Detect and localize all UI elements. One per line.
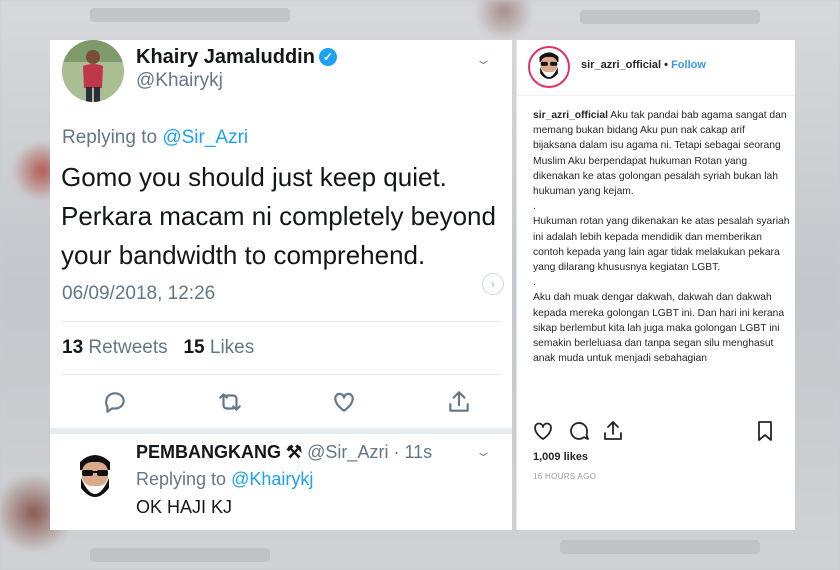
- retweets-count[interactable]: 13: [62, 337, 83, 358]
- tweet-text-line: Perkara macam ni completely beyond: [61, 201, 496, 231]
- verified-badge-icon: ✓: [318, 48, 337, 66]
- share-icon[interactable]: [446, 389, 472, 420]
- retweet-icon[interactable]: [217, 389, 243, 420]
- divider: [62, 321, 502, 322]
- caption-separator: .: [533, 277, 536, 289]
- caption-separator: .: [533, 201, 536, 213]
- caption-username[interactable]: sir_azri_official: [533, 110, 608, 121]
- post-header: sir_azri_official • Follow: [517, 40, 795, 96]
- bearded-avatar-icon: [539, 52, 559, 80]
- likes-count[interactable]: 15: [183, 337, 204, 358]
- comment-icon[interactable]: [567, 419, 591, 443]
- author-name-text: Khairy Jamaluddin: [136, 46, 315, 68]
- post-time: 16 HOURS AGO: [533, 472, 597, 481]
- background-blur-strip: [90, 8, 290, 22]
- replying-prefix: Replying to: [136, 469, 232, 489]
- tweet-date: 06/09/2018, 12:26: [62, 283, 216, 304]
- tweet-text-line: your bandwidth to comprehend.: [61, 240, 426, 270]
- background-blur-strip: [580, 10, 760, 24]
- reply-separator: [50, 428, 512, 434]
- avatar[interactable]: [528, 46, 570, 88]
- post-actions: [531, 419, 781, 445]
- divider: [62, 374, 502, 375]
- username-text[interactable]: sir_azri_official: [581, 59, 661, 71]
- share-icon[interactable]: [601, 419, 625, 443]
- bookmark-icon[interactable]: [753, 419, 777, 443]
- replying-to-link[interactable]: @Khairykj: [231, 469, 313, 489]
- caption-paragraph: Hukuman rotan yang dikenakan ke atas pes…: [533, 216, 790, 274]
- follow-button[interactable]: Follow: [671, 59, 706, 71]
- avatar-photo: [62, 40, 124, 102]
- bearded-avatar-icon: [80, 455, 110, 497]
- chevron-right-icon[interactable]: ›: [482, 273, 504, 295]
- likes-count[interactable]: 1,009 likes: [533, 451, 588, 463]
- post-caption: sir_azri_official Aku tak pandai bab aga…: [533, 108, 791, 410]
- retweets-label[interactable]: Retweets: [88, 337, 167, 358]
- caption-paragraph: Aku dah muak dengar dakwah, dakwah dan d…: [533, 292, 785, 365]
- like-icon[interactable]: [331, 389, 357, 420]
- tweet-stats: 13 Retweets 15 Likes: [62, 337, 254, 359]
- replying-to-link[interactable]: @Sir_Azri: [162, 127, 248, 148]
- likes-label[interactable]: Likes: [210, 337, 254, 358]
- caption-paragraph: Aku tak pandai bab agama sangat dan mema…: [533, 110, 787, 198]
- reply-author[interactable]: PEMBANGKANG ⚒ @Sir_Azri · 11s: [136, 442, 432, 463]
- reply-replying-to: Replying to @Khairykj: [136, 469, 313, 490]
- replying-to: Replying to @Sir_Azri: [62, 127, 248, 149]
- author-handle[interactable]: @Khairykj: [136, 70, 223, 92]
- tweet-actions: [102, 389, 472, 420]
- avatar[interactable]: [70, 448, 120, 508]
- chevron-down-icon[interactable]: ⌄: [475, 444, 492, 460]
- background-blur-strip: [560, 540, 760, 554]
- chevron-down-icon[interactable]: ⌄: [475, 52, 492, 68]
- replying-prefix: Replying to: [62, 127, 163, 148]
- username: sir_azri_official • Follow: [581, 59, 706, 71]
- heart-icon[interactable]: [531, 419, 555, 443]
- instagram-post: sir_azri_official • Follow sir_azri_offi…: [516, 40, 795, 530]
- reply-author-name: PEMBANGKANG ⚒: [136, 442, 303, 462]
- tweet-text: Gomo you should just keep quiet. Perkara…: [61, 158, 501, 275]
- reply-time: · 11s: [393, 442, 433, 462]
- separator-dot: •: [664, 59, 669, 71]
- reply-icon[interactable]: [102, 389, 128, 420]
- avatar[interactable]: [62, 40, 124, 102]
- author-name[interactable]: Khairy Jamaluddin ✓: [136, 46, 337, 69]
- tweet-card: Khairy Jamaluddin ✓ @Khairykj ⌄ Replying …: [50, 40, 512, 530]
- tweet-text-line: Gomo you should just keep quiet.: [61, 162, 447, 192]
- reply-text: OK HAJI KJ: [136, 497, 233, 517]
- background-blur-strip: [90, 548, 270, 562]
- reply-author-handle: @Sir_Azri: [307, 442, 389, 462]
